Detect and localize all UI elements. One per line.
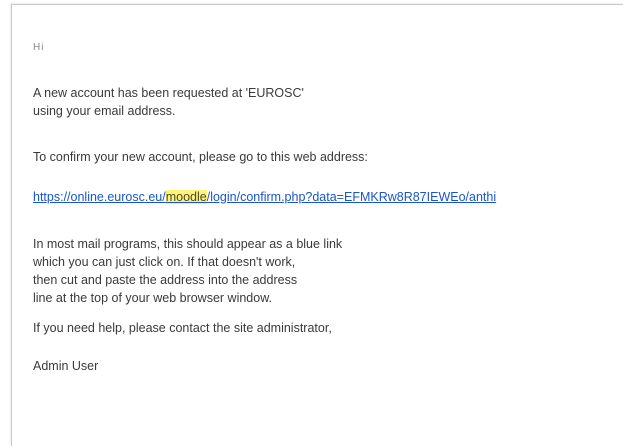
mail-program-help-line-2: which you can just click on. If that doe…: [33, 255, 296, 269]
confirm-link-paragraph: https://online.eurosc.eu/moodle/login/co…: [33, 188, 496, 206]
email-greeting: Hi: [33, 42, 45, 53]
mail-program-help-line-1: In most mail programs, this should appea…: [33, 237, 343, 251]
mail-program-help-line-4: line at the top of your web browser wind…: [33, 291, 273, 305]
contact-admin-paragraph: If you need help, please contact the sit…: [33, 321, 332, 335]
email-window: Hi A new account has been requested at '…: [11, 4, 623, 446]
account-requested-paragraph: A new account has been requested at 'EUR…: [33, 84, 304, 120]
confirm-link-prefix: https://online.eurosc.eu/: [33, 190, 166, 204]
account-requested-line-2: using your email address.: [33, 104, 176, 118]
confirm-instruction-paragraph: To confirm your new account, please go t…: [33, 150, 368, 164]
confirm-link-suffix: /login/confirm.php?data=EFMKRw8R87IEWEo/…: [206, 190, 497, 204]
account-requested-line-1: A new account has been requested at 'EUR…: [33, 86, 304, 100]
mail-program-help-line-3: then cut and paste the address into the …: [33, 273, 298, 287]
confirm-account-link[interactable]: https://online.eurosc.eu/moodle/login/co…: [33, 190, 496, 204]
email-signature: Admin User: [33, 359, 99, 373]
mail-program-help-paragraph: In most mail programs, this should appea…: [33, 235, 342, 307]
confirm-link-highlighted-word: moodle: [165, 190, 207, 204]
